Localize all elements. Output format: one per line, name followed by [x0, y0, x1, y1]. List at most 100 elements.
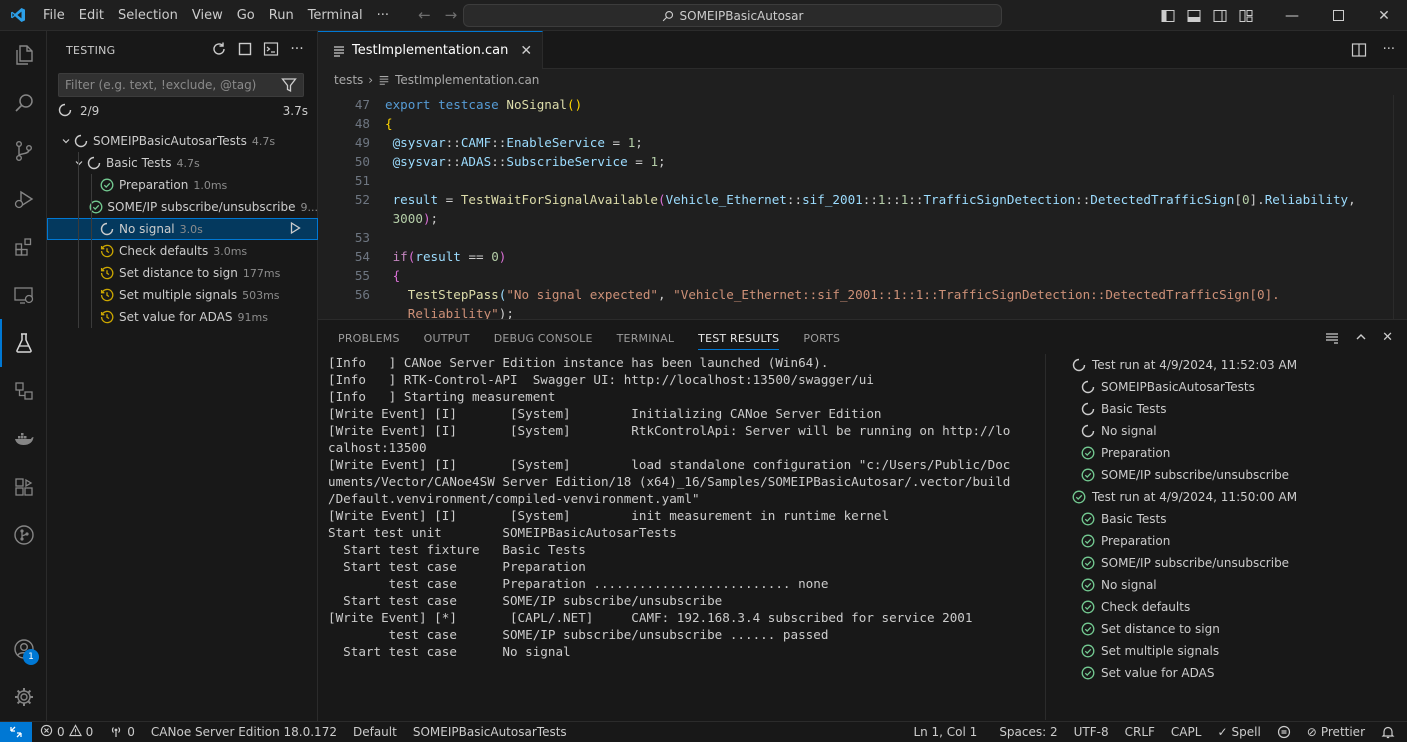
- toggle-secondary-sidebar-icon[interactable]: [1207, 0, 1233, 31]
- queued-history-icon: [99, 309, 115, 325]
- test-result-item[interactable]: Preparation: [1071, 530, 1401, 552]
- menu-go[interactable]: Go: [230, 0, 262, 31]
- close-tab-icon[interactable]: ✕: [520, 43, 532, 59]
- panel-tab-terminal[interactable]: TERMINAL: [617, 320, 675, 356]
- encoding[interactable]: UTF-8: [1066, 722, 1117, 742]
- maximize-panel-icon[interactable]: [1354, 330, 1368, 350]
- test-result-item[interactable]: Set value for ADAS: [1071, 662, 1401, 684]
- split-editor-icon[interactable]: [1351, 42, 1367, 62]
- stop-tests-icon[interactable]: [237, 41, 253, 57]
- test-result-item[interactable]: Check defaults: [1071, 596, 1401, 618]
- run-debug-icon[interactable]: [0, 175, 47, 223]
- test-item[interactable]: SOME/IP subscribe/unsubscribe 9...: [47, 196, 318, 218]
- refresh-tests-icon[interactable]: [211, 41, 227, 57]
- extensions-icon[interactable]: [0, 223, 47, 271]
- git-graph-icon[interactable]: [0, 511, 47, 559]
- more-actions-icon[interactable]: ···: [289, 41, 305, 57]
- breadcrumb-file[interactable]: TestImplementation.can: [395, 73, 539, 87]
- test-run-item[interactable]: Test run at 4/9/2024, 11:50:00 AM: [1071, 486, 1401, 508]
- test-item[interactable]: No signal 3.0s: [47, 218, 318, 240]
- chevron-down-icon[interactable]: [59, 136, 73, 146]
- test-item[interactable]: Set value for ADAS 91ms: [47, 306, 318, 328]
- prettier-status[interactable]: ⊘ Prettier: [1299, 722, 1373, 742]
- language-mode[interactable]: CAPL: [1163, 722, 1210, 742]
- test-item[interactable]: Check defaults 3.0ms: [47, 240, 318, 262]
- test-run-item[interactable]: Test run at 4/9/2024, 11:52:03 AM: [1071, 354, 1401, 376]
- accounts-icon[interactable]: 1: [0, 625, 47, 673]
- menu-more[interactable]: ···: [370, 0, 396, 31]
- references-icon[interactable]: [0, 367, 47, 415]
- vector-extension-icon[interactable]: [0, 463, 47, 511]
- menu-run[interactable]: Run: [262, 0, 301, 31]
- product-status[interactable]: CANoe Server Edition 18.0.172: [143, 722, 345, 742]
- close-panel-icon[interactable]: ✕: [1382, 330, 1393, 350]
- source-control-icon[interactable]: [0, 127, 47, 175]
- indentation[interactable]: Spaces: 2: [991, 722, 1065, 742]
- menu-edit[interactable]: Edit: [72, 0, 111, 31]
- panel-divider[interactable]: [1045, 354, 1046, 720]
- minimize-icon[interactable]: —: [1269, 0, 1315, 31]
- panel-tab-problems[interactable]: PROBLEMS: [338, 320, 400, 356]
- filter-funnel-icon[interactable]: [281, 77, 297, 97]
- explorer-icon[interactable]: [0, 31, 47, 79]
- command-center-label: SOMEIPBasicAutosar: [679, 8, 804, 23]
- notifications-bell-icon[interactable]: [1373, 722, 1407, 742]
- toggle-panel-icon[interactable]: [1181, 0, 1207, 31]
- code-area[interactable]: 47 export testcase NoSignal() 48{ 49 @sys…: [318, 95, 1407, 319]
- test-result-item[interactable]: No signal: [1071, 574, 1401, 596]
- editor-scrollbar[interactable]: [1393, 95, 1407, 319]
- test-result-item[interactable]: SOMEIPBasicAutosarTests: [1071, 376, 1401, 398]
- testing-flask-icon[interactable]: [0, 319, 47, 367]
- manage-gear-icon[interactable]: [0, 673, 47, 721]
- back-arrow-icon[interactable]: ←: [418, 6, 431, 24]
- test-result-item[interactable]: No signal: [1071, 420, 1401, 442]
- editor-more-actions-icon[interactable]: ···: [1383, 42, 1395, 62]
- panel-tab-output[interactable]: OUTPUT: [424, 320, 470, 356]
- maximize-icon[interactable]: [1315, 0, 1361, 31]
- test-item[interactable]: SOMEIPBasicAutosarTests 4.7s: [47, 130, 318, 152]
- problems-status[interactable]: 0 0: [32, 722, 101, 742]
- ports-status[interactable]: 0: [101, 722, 143, 742]
- panel-tab-debug-console[interactable]: DEBUG CONSOLE: [494, 320, 593, 356]
- customize-layout-icon[interactable]: [1233, 0, 1259, 31]
- cursor-position[interactable]: Ln 1, Col 1: [905, 722, 991, 742]
- docker-icon[interactable]: [0, 415, 47, 463]
- list-view-icon[interactable]: [1324, 330, 1340, 350]
- filter-input[interactable]: [59, 74, 269, 96]
- menu-file[interactable]: File: [36, 0, 72, 31]
- spell-status[interactable]: ✓ Spell: [1209, 722, 1268, 742]
- panel-tab-test-results[interactable]: TEST RESULTS: [698, 320, 780, 356]
- test-result-item[interactable]: Set multiple signals: [1071, 640, 1401, 662]
- test-output[interactable]: [Info ] CANoe Server Edition instance ha…: [328, 354, 1028, 720]
- test-item[interactable]: Set distance to sign 177ms: [47, 262, 318, 284]
- command-center-search[interactable]: SOMEIPBasicAutosar: [463, 4, 1002, 27]
- close-window-icon[interactable]: ✕: [1361, 0, 1407, 31]
- config-status[interactable]: Default: [345, 722, 405, 742]
- forward-arrow-icon[interactable]: →: [445, 6, 458, 24]
- chevron-down-icon[interactable]: [72, 158, 86, 168]
- copilot-icon[interactable]: [1269, 722, 1299, 742]
- toggle-primary-sidebar-icon[interactable]: [1155, 0, 1181, 31]
- test-result-item[interactable]: SOME/IP subscribe/unsubscribe: [1071, 552, 1401, 574]
- tab-testimplementation[interactable]: TestImplementation.can ✕: [318, 31, 544, 69]
- breadcrumb-folder[interactable]: tests: [334, 73, 363, 87]
- test-result-item[interactable]: Basic Tests: [1071, 398, 1401, 420]
- test-result-item[interactable]: Set distance to sign: [1071, 618, 1401, 640]
- search-icon[interactable]: [0, 79, 47, 127]
- run-test-play-icon[interactable]: [288, 221, 302, 238]
- menu-terminal[interactable]: Terminal: [301, 0, 370, 31]
- panel-tab-ports[interactable]: PORTS: [803, 320, 840, 356]
- test-item[interactable]: Basic Tests 4.7s: [47, 152, 318, 174]
- menu-view[interactable]: View: [185, 0, 230, 31]
- remote-explorer-icon[interactable]: [0, 271, 47, 319]
- test-result-item[interactable]: Preparation: [1071, 442, 1401, 464]
- test-item[interactable]: Preparation 1.0ms: [47, 174, 318, 196]
- test-item[interactable]: Set multiple signals 503ms: [47, 284, 318, 306]
- test-result-item[interactable]: SOME/IP subscribe/unsubscribe: [1071, 464, 1401, 486]
- test-result-item[interactable]: Basic Tests: [1071, 508, 1401, 530]
- test-unit-status[interactable]: SOMEIPBasicAutosarTests: [405, 722, 575, 742]
- remote-indicator-icon[interactable]: [0, 721, 32, 742]
- menu-selection[interactable]: Selection: [111, 0, 185, 31]
- line-endings[interactable]: CRLF: [1117, 722, 1163, 742]
- show-output-terminal-icon[interactable]: [263, 41, 279, 57]
